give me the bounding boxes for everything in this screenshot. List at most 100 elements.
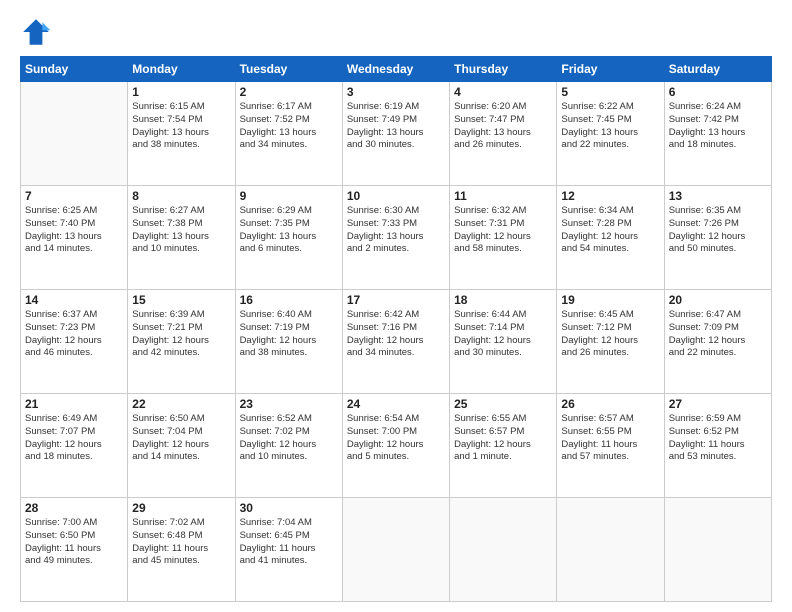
calendar-cell: 15Sunrise: 6:39 AM Sunset: 7:21 PM Dayli… [128,290,235,394]
day-number: 9 [240,189,338,203]
logo-icon [20,16,52,48]
calendar-cell: 24 Sunrise: 6:54 AM Sunset: 7:00 PM Dayli… [342,394,449,498]
day-number: 16 [240,293,338,307]
calendar-header-wednesday: Wednesday [342,57,449,82]
day-info: Sunrise: 6:30 AM Sunset: 7:33 PM Dayligh… [347,205,445,256]
calendar-cell: 7Sunrise: 6:25 AM Sunset: 7:40 PM Daylig… [21,186,128,290]
day-info: Sunrise: 6:37 AM Sunset: 7:23 PM Dayligh… [25,309,123,360]
calendar-cell: 8 Sunrise: 6:27 AM Sunset: 7:38 PM Daylig… [128,186,235,290]
day-info: Sunrise: 6:45 AM Sunset: 7:12 PM Dayligh… [561,309,659,360]
calendar-cell: 23 Sunrise: 6:52 AM Sunset: 7:02 PM Dayli… [235,394,342,498]
day-number: 23 [240,397,338,411]
calendar-header-monday: Monday [128,57,235,82]
day-info: Sunrise: 6:22 AM Sunset: 7:45 PM Dayligh… [561,101,659,152]
day-number: 21 [25,397,123,411]
calendar-cell: 5 Sunrise: 6:22 AM Sunset: 7:45 PM Daylig… [557,82,664,186]
calendar-cell: 21 Sunrise: 6:49 AM Sunset: 7:07 PM Dayli… [21,394,128,498]
day-info: Sunrise: 6:29 AM Sunset: 7:35 PM Dayligh… [240,205,338,256]
calendar-table: SundayMondayTuesdayWednesdayThursdayFrid… [20,56,772,602]
week-row-1: 1 Sunrise: 6:15 AM Sunset: 7:54 PM Daylig… [21,82,772,186]
day-number: 8 [132,189,230,203]
calendar-cell: 25 Sunrise: 6:55 AM Sunset: 6:57 PM Dayli… [450,394,557,498]
day-info: Sunrise: 7:00 AM Sunset: 6:50 PM Dayligh… [25,517,123,568]
day-info: Sunrise: 6:52 AM Sunset: 7:02 PM Dayligh… [240,413,338,464]
calendar-cell: 9 Sunrise: 6:29 AM Sunset: 7:35 PM Daylig… [235,186,342,290]
day-info: Sunrise: 6:19 AM Sunset: 7:49 PM Dayligh… [347,101,445,152]
calendar-cell: 20 Sunrise: 6:47 AM Sunset: 7:09 PM Dayli… [664,290,771,394]
week-row-3: 14 Sunrise: 6:37 AM Sunset: 7:23 PM Dayli… [21,290,772,394]
calendar-cell: 14 Sunrise: 6:37 AM Sunset: 7:23 PM Dayli… [21,290,128,394]
day-number: 28 [25,501,123,515]
day-number: 11 [454,189,552,203]
day-number: 5 [561,85,659,99]
calendar-header-saturday: Saturday [664,57,771,82]
calendar-cell: 30 Sunrise: 7:04 AM Sunset: 6:45 PM Dayli… [235,498,342,602]
day-info: Sunrise: 6:20 AM Sunset: 7:47 PM Dayligh… [454,101,552,152]
day-info: Sunrise: 6:40 AM Sunset: 7:19 PM Dayligh… [240,309,338,360]
day-number: 6 [669,85,767,99]
day-number: 22 [132,397,230,411]
calendar-cell: 16 Sunrise: 6:40 AM Sunset: 7:19 PM Dayli… [235,290,342,394]
calendar-cell [557,498,664,602]
calendar-cell [450,498,557,602]
calendar-cell: 27 Sunrise: 6:59 AM Sunset: 6:52 PM Dayli… [664,394,771,498]
day-number: 10 [347,189,445,203]
calendar-cell: 28 Sunrise: 7:00 AM Sunset: 6:50 PM Dayli… [21,498,128,602]
day-number: 2 [240,85,338,99]
day-info: Sunrise: 6:50 AM Sunset: 7:04 PM Dayligh… [132,413,230,464]
day-info: Sunrise: 6:59 AM Sunset: 6:52 PM Dayligh… [669,413,767,464]
day-info: Sunrise: 6:42 AM Sunset: 7:16 PM Dayligh… [347,309,445,360]
day-number: 26 [561,397,659,411]
day-info: Sunrise: 6:17 AM Sunset: 7:52 PM Dayligh… [240,101,338,152]
calendar-cell: 22 Sunrise: 6:50 AM Sunset: 7:04 PM Dayli… [128,394,235,498]
calendar-cell: 12 Sunrise: 6:34 AM Sunset: 7:28 PM Dayli… [557,186,664,290]
calendar-cell [664,498,771,602]
day-info: Sunrise: 6:15 AM Sunset: 7:54 PM Dayligh… [132,101,230,152]
calendar-cell: 3 Sunrise: 6:19 AM Sunset: 7:49 PM Daylig… [342,82,449,186]
day-number: 24 [347,397,445,411]
calendar-cell [21,82,128,186]
day-info: Sunrise: 6:57 AM Sunset: 6:55 PM Dayligh… [561,413,659,464]
day-info: Sunrise: 6:32 AM Sunset: 7:31 PM Dayligh… [454,205,552,256]
calendar-cell: 4 Sunrise: 6:20 AM Sunset: 7:47 PM Daylig… [450,82,557,186]
day-number: 12 [561,189,659,203]
day-info: Sunrise: 6:55 AM Sunset: 6:57 PM Dayligh… [454,413,552,464]
day-info: Sunrise: 7:04 AM Sunset: 6:45 PM Dayligh… [240,517,338,568]
calendar-header-friday: Friday [557,57,664,82]
day-info: Sunrise: 6:47 AM Sunset: 7:09 PM Dayligh… [669,309,767,360]
calendar-header-sunday: Sunday [21,57,128,82]
day-number: 17 [347,293,445,307]
day-info: Sunrise: 6:27 AM Sunset: 7:38 PM Dayligh… [132,205,230,256]
day-number: 30 [240,501,338,515]
day-number: 18 [454,293,552,307]
calendar-cell: 10 Sunrise: 6:30 AM Sunset: 7:33 PM Dayli… [342,186,449,290]
calendar-cell: 2 Sunrise: 6:17 AM Sunset: 7:52 PM Daylig… [235,82,342,186]
day-info: Sunrise: 6:49 AM Sunset: 7:07 PM Dayligh… [25,413,123,464]
day-info: Sunrise: 6:24 AM Sunset: 7:42 PM Dayligh… [669,101,767,152]
calendar-cell: 11 Sunrise: 6:32 AM Sunset: 7:31 PM Dayli… [450,186,557,290]
day-number: 1 [132,85,230,99]
day-info: Sunrise: 7:02 AM Sunset: 6:48 PM Dayligh… [132,517,230,568]
day-number: 25 [454,397,552,411]
calendar-cell: 1 Sunrise: 6:15 AM Sunset: 7:54 PM Daylig… [128,82,235,186]
header [20,16,772,48]
day-number: 14 [25,293,123,307]
day-info: Sunrise: 6:54 AM Sunset: 7:00 PM Dayligh… [347,413,445,464]
day-number: 19 [561,293,659,307]
calendar-cell [342,498,449,602]
week-row-4: 21 Sunrise: 6:49 AM Sunset: 7:07 PM Dayli… [21,394,772,498]
calendar-cell: 13Sunrise: 6:35 AM Sunset: 7:26 PM Dayli… [664,186,771,290]
day-number: 20 [669,293,767,307]
day-info: Sunrise: 6:44 AM Sunset: 7:14 PM Dayligh… [454,309,552,360]
calendar-cell: 29Sunrise: 7:02 AM Sunset: 6:48 PM Dayli… [128,498,235,602]
day-number: 27 [669,397,767,411]
week-row-2: 7Sunrise: 6:25 AM Sunset: 7:40 PM Daylig… [21,186,772,290]
day-info: Sunrise: 6:34 AM Sunset: 7:28 PM Dayligh… [561,205,659,256]
day-number: 3 [347,85,445,99]
day-number: 4 [454,85,552,99]
day-info: Sunrise: 6:35 AM Sunset: 7:26 PM Dayligh… [669,205,767,256]
day-info: Sunrise: 6:25 AM Sunset: 7:40 PM Dayligh… [25,205,123,256]
day-info: Sunrise: 6:39 AM Sunset: 7:21 PM Dayligh… [132,309,230,360]
calendar-cell: 26 Sunrise: 6:57 AM Sunset: 6:55 PM Dayli… [557,394,664,498]
page: SundayMondayTuesdayWednesdayThursdayFrid… [0,0,792,612]
